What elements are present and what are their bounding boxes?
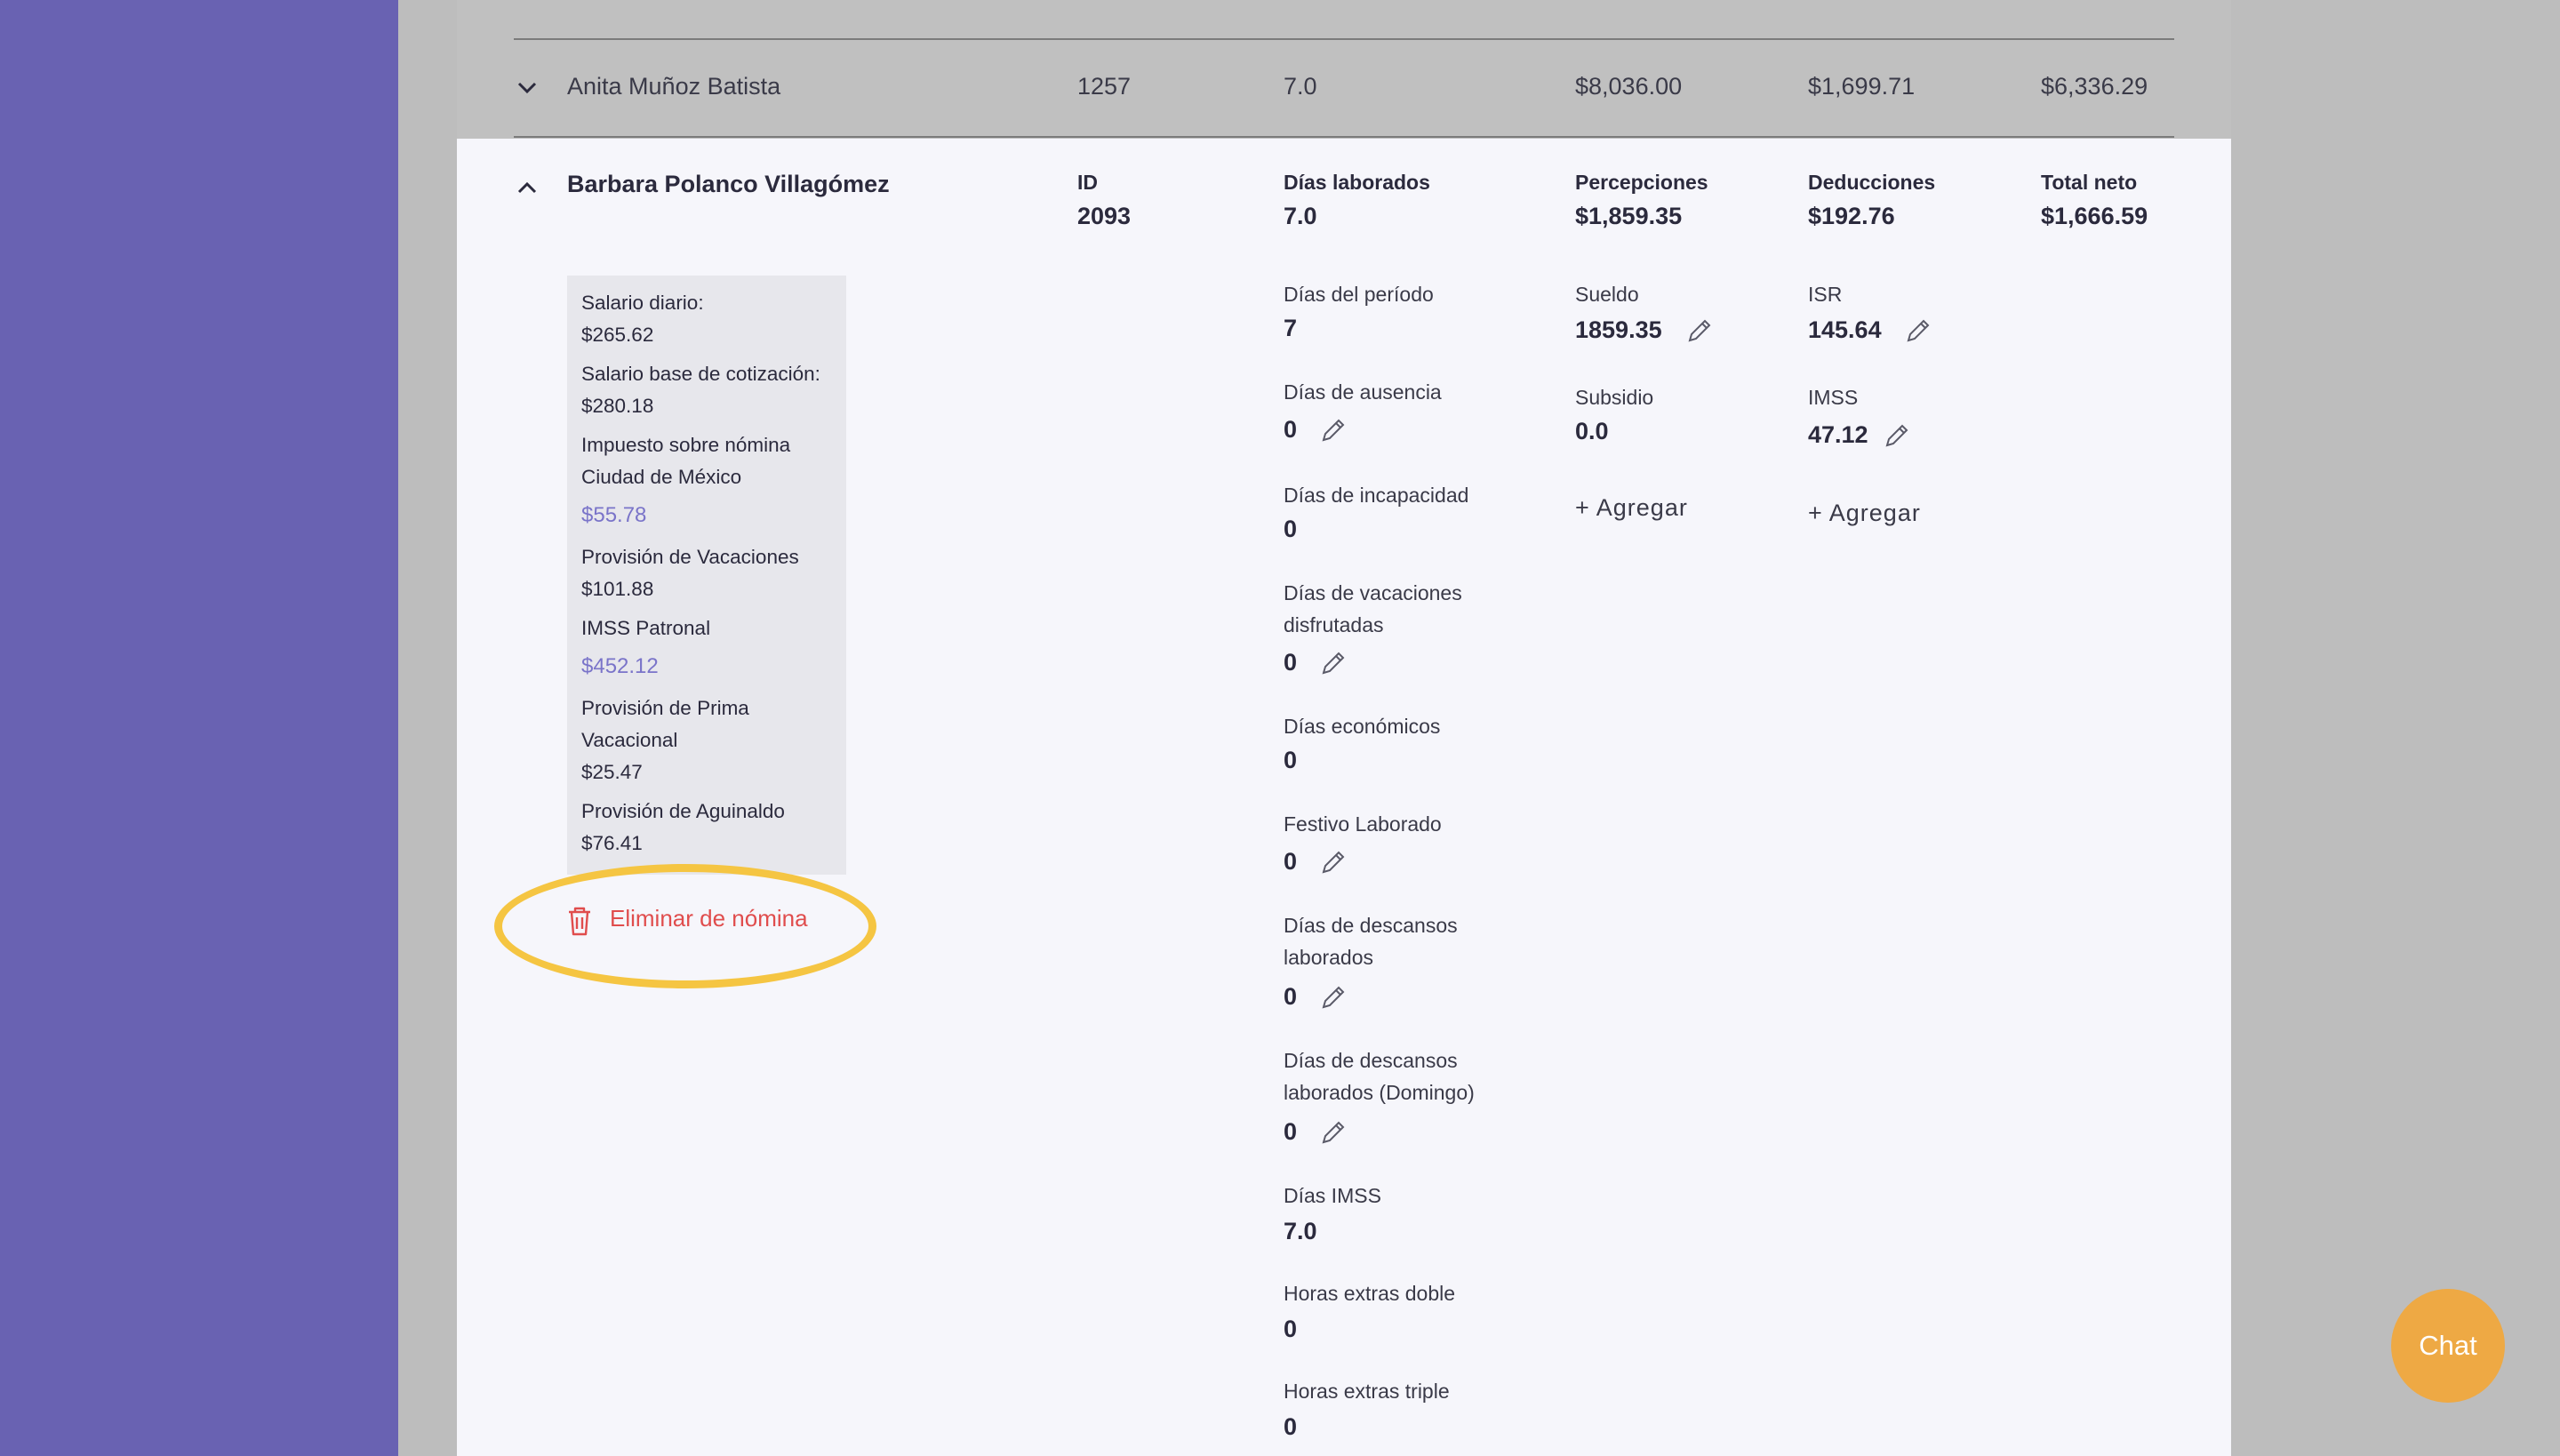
vacation-days-label-2: disfrutadas [1284,613,1384,636]
holiday-worked-value: 0 [1284,848,1298,875]
imss-value: 47.12 [1808,421,1868,448]
net-total-value: $1,666.59 [2041,203,2148,229]
triple-overtime-label: Horas extras triple [1284,1380,1450,1403]
pencil-icon[interactable] [1319,1118,1348,1147]
rest-days-worked-label-2: laborados [1284,946,1374,969]
days-worked: 7.0 [1284,73,1317,100]
subsidy-label: Subsidio [1575,386,1654,409]
daily-salary-value: $265.62 [581,324,654,346]
economic-days-label: Días económicos [1284,715,1441,738]
deductions-value: $192.76 [1808,203,1895,229]
payroll-tax-label: Impuesto sobre nómina [581,434,791,456]
deductions-label: Deducciones [1808,171,1936,194]
rest-days-worked-label: Días de descansos [1284,914,1458,937]
sunday-rest-worked-value: 0 [1284,1118,1298,1145]
chevron-down-icon[interactable] [514,75,540,101]
id-label: ID [1077,171,1098,194]
row-divider [514,38,2174,40]
double-overtime-label: Horas extras doble [1284,1282,1456,1305]
pencil-icon[interactable] [1319,416,1348,444]
days-worked-label: Días laborados [1284,171,1430,194]
economic-days-value: 0 [1284,747,1298,773]
imss-employer-label: IMSS Patronal [581,617,711,639]
sunday-rest-worked-label: Días de descansos [1284,1049,1458,1072]
subsidy-value: 0.0 [1575,418,1609,444]
sidebar [0,0,398,1456]
vacation-days-label: Días de vacaciones [1284,581,1462,604]
christmas-bonus-value: $76.41 [581,832,643,854]
salary-label: Sueldo [1575,283,1639,306]
employee-name[interactable]: Barbara Polanco Villagómez [567,171,890,198]
christmas-bonus-label: Provisión de Aguinaldo [581,800,785,822]
row-divider [514,136,2174,138]
highlight-annotation [494,864,876,988]
triple-overtime-value: 0 [1284,1413,1298,1440]
holiday-worked-label: Festivo Laborado [1284,812,1442,836]
days-worked-value: 7.0 [1284,203,1317,229]
pencil-icon[interactable] [1685,316,1714,345]
vacation-provision-value: $101.88 [581,578,654,600]
vacation-provision-label: Provisión de Vacaciones [581,546,799,568]
period-days-value: 7 [1284,315,1298,341]
payroll-tax-label-2: Ciudad de México [581,466,742,488]
payroll-tax-link[interactable]: $55.78 [581,503,646,528]
absence-days-value: 0 [1284,416,1298,443]
perceptions-total: $8,036.00 [1575,73,1683,100]
pencil-icon[interactable] [1319,649,1348,677]
daily-salary-label: Salario diario: [581,292,704,314]
employee-name[interactable]: Anita Muñoz Batista [567,73,780,100]
add-perception-button[interactable]: + Agregar [1575,494,1688,522]
disability-days-value: 0 [1284,516,1298,542]
vacation-days-value: 0 [1284,649,1298,676]
double-overtime-value: 0 [1284,1316,1298,1342]
sbc-value: $280.18 [581,395,654,417]
perceptions-value: $1,859.35 [1575,203,1683,229]
chevron-up-icon[interactable] [514,174,540,201]
pencil-icon[interactable] [1883,421,1911,450]
period-days-label: Días del período [1284,283,1434,306]
sunday-rest-worked-label-2: laborados (Domingo) [1284,1081,1475,1104]
imss-employer-link[interactable]: $452.12 [581,654,659,679]
absence-days-label: Días de ausencia [1284,380,1442,404]
add-deduction-button[interactable]: + Agregar [1808,500,1921,527]
rest-days-worked-value: 0 [1284,983,1298,1010]
net-total: $6,336.29 [2041,73,2148,100]
imss-days-value: 7.0 [1284,1218,1317,1244]
vacation-bonus-value: $25.47 [581,761,643,783]
salary-value: 1859.35 [1575,316,1662,343]
id-value: 2093 [1077,203,1132,229]
imss-days-label: Días IMSS [1284,1184,1381,1207]
deductions-total: $1,699.71 [1808,73,1916,100]
perceptions-label: Percepciones [1575,171,1708,194]
pencil-icon[interactable] [1319,983,1348,1012]
vacation-bonus-label: Provisión de Prima [581,697,749,719]
pencil-icon[interactable] [1319,848,1348,876]
isr-label: ISR [1808,283,1843,306]
disability-days-label: Días de incapacidad [1284,484,1469,507]
vacation-bonus-label-2: Vacacional [581,729,678,751]
isr-value: 145.64 [1808,316,1882,343]
net-total-label: Total neto [2041,171,2138,194]
sbc-label: Salario base de cotización: [581,363,820,385]
employee-id: 1257 [1077,73,1132,100]
imss-label: IMSS [1808,386,1859,409]
chat-button[interactable]: Chat [2391,1289,2505,1403]
pencil-icon[interactable] [1904,316,1932,345]
